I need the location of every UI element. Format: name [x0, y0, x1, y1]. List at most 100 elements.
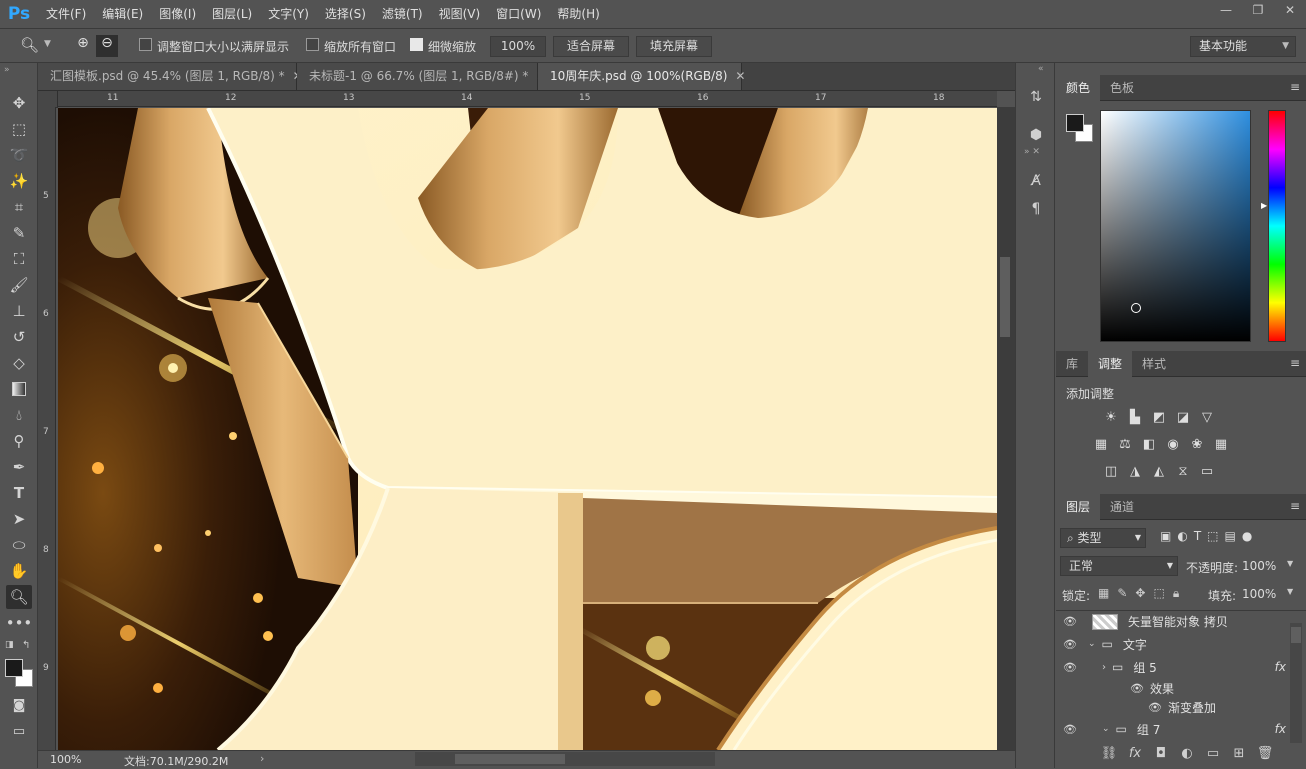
scrubby-zoom-checkbox[interactable]: [410, 38, 423, 51]
eraser-tool-icon[interactable]: ◇: [6, 351, 32, 375]
eye-icon[interactable]: 👁︎: [1130, 682, 1144, 695]
panel-menu-icon[interactable]: ≡: [1290, 80, 1300, 94]
horizontal-scrollbar[interactable]: [415, 752, 715, 766]
status-zoom[interactable]: 100%: [50, 753, 81, 766]
chevron-down-icon[interactable]: ⌄: [1102, 724, 1110, 734]
tab-swatches[interactable]: 色板: [1100, 75, 1144, 101]
blend-mode-select[interactable]: 正常 ▼: [1060, 556, 1178, 576]
menu-view[interactable]: 视图(V): [431, 0, 489, 28]
close-icon[interactable]: ✕: [735, 69, 745, 83]
zoom-all-checkbox[interactable]: [306, 38, 319, 51]
layer-row[interactable]: 👁︎ ⌄ ▭ 文字: [1056, 633, 1306, 655]
fill-value[interactable]: 100%: [1242, 587, 1276, 601]
chevron-down-icon[interactable]: ⌄: [1088, 639, 1096, 649]
crop-tool-icon[interactable]: ⌗: [6, 195, 32, 219]
chevron-down-icon[interactable]: ▼: [1287, 559, 1293, 568]
panel-menu-icon[interactable]: ≡: [1290, 356, 1300, 370]
lock-all-icon[interactable]: 🔒︎: [1173, 586, 1179, 601]
panel-menu-icon[interactable]: ≡: [1290, 499, 1300, 513]
zoom-value-field[interactable]: 100%: [490, 36, 546, 57]
new-adjustment-icon[interactable]: ◐: [1174, 746, 1200, 761]
scrollbar-thumb[interactable]: [455, 754, 565, 764]
marquee-tool-icon[interactable]: ⬚: [6, 117, 32, 141]
horizontal-ruler[interactable]: 11 12 13 14 15 16 17 18: [58, 91, 997, 107]
workspace-select[interactable]: 基本功能 ▼: [1190, 36, 1296, 57]
lock-pixels-icon[interactable]: ✎: [1117, 586, 1127, 601]
eye-icon[interactable]: 👁︎: [1060, 723, 1080, 736]
new-group-icon[interactable]: ▭: [1200, 746, 1226, 761]
layer-row[interactable]: 👁︎ ⌄ ▭ 组 7 fx: [1056, 718, 1306, 740]
foreground-color-swatch[interactable]: [1066, 114, 1084, 132]
new-layer-icon[interactable]: ⊞: [1226, 746, 1252, 761]
hand-tool-icon[interactable]: ✋: [6, 559, 32, 583]
character-panel-icon[interactable]: A̸: [1024, 169, 1048, 193]
tab-document-3[interactable]: 10周年庆.psd @ 100%(RGB/8) ✕: [538, 63, 745, 90]
gradient-tool-icon[interactable]: [6, 377, 32, 401]
levels-icon[interactable]: ▙: [1126, 409, 1144, 425]
posterize-icon[interactable]: ◮: [1126, 463, 1144, 479]
scrollbar-thumb[interactable]: [1000, 257, 1010, 337]
pen-tool-icon[interactable]: ✒: [6, 455, 32, 479]
add-mask-icon[interactable]: ◘: [1148, 746, 1174, 761]
zoom-in-icon[interactable]: ⊕: [72, 35, 94, 57]
history-brush-icon[interactable]: ↺: [6, 325, 32, 349]
menu-type[interactable]: 文字(Y): [260, 0, 317, 28]
color-field[interactable]: [1100, 110, 1251, 342]
curves-icon[interactable]: ◩: [1150, 409, 1168, 425]
menu-filter[interactable]: 滤镜(T): [374, 0, 431, 28]
quick-mask-icon[interactable]: ◙: [6, 693, 32, 717]
black-white-icon[interactable]: ◧: [1140, 436, 1158, 452]
menu-file[interactable]: 文件(F): [38, 0, 94, 28]
effect-row[interactable]: 👁︎ 渐变叠加: [1056, 696, 1306, 718]
layers-scrollbar[interactable]: [1290, 623, 1302, 743]
link-layers-icon[interactable]: ⛓: [1096, 746, 1122, 761]
eye-icon[interactable]: 👁︎: [1148, 701, 1162, 714]
fit-screen-button[interactable]: 适合屏幕: [553, 36, 629, 57]
brightness-icon[interactable]: ☀: [1102, 409, 1120, 425]
tab-document-2[interactable]: 未标题-1 @ 66.7% (图层 1, RGB/8#) *✕: [297, 63, 546, 90]
menu-help[interactable]: 帮助(H): [549, 0, 607, 28]
eyedropper-icon[interactable]: ✎: [6, 221, 32, 245]
collapse-icon[interactable]: »: [4, 65, 10, 75]
tab-document-1[interactable]: 汇图模板.psd @ 45.4% (图层 1, RGB/8) *✕: [38, 63, 303, 90]
screen-mode-icon[interactable]: ▭: [6, 719, 32, 743]
zoom-tool-icon[interactable]: 🔍︎: [6, 585, 32, 609]
tab-layers[interactable]: 图层: [1056, 494, 1101, 520]
filter-toggle-icon[interactable]: ●: [1242, 529, 1252, 543]
chevron-down-icon[interactable]: ▼: [1287, 587, 1293, 596]
resize-windows-checkbox[interactable]: [139, 38, 152, 51]
add-style-icon[interactable]: fx: [1122, 746, 1148, 761]
default-colors-icon[interactable]: ◨: [5, 640, 14, 650]
minimize-button[interactable]: —: [1210, 0, 1242, 20]
menu-layer[interactable]: 图层(L): [204, 0, 260, 28]
tab-color[interactable]: 颜色: [1056, 75, 1101, 101]
shape-filter-icon[interactable]: ⬚: [1207, 529, 1218, 543]
ellipse-tool-icon[interactable]: ⬭: [6, 533, 32, 557]
hue-slider[interactable]: [1268, 110, 1286, 342]
type-tool-icon[interactable]: T: [6, 481, 32, 505]
chevron-right-icon[interactable]: ›: [260, 752, 264, 765]
color-balance-icon[interactable]: ⚖: [1116, 436, 1134, 452]
ruler-origin[interactable]: [38, 91, 58, 108]
brush-tool-icon[interactable]: 🖌︎: [6, 273, 32, 297]
collapse-icon[interactable]: «: [1038, 64, 1044, 74]
smart-object-filter-icon[interactable]: ▤: [1225, 529, 1236, 543]
adjustment-filter-icon[interactable]: ◐: [1177, 529, 1187, 543]
blur-tool-icon[interactable]: 💧︎: [6, 403, 32, 427]
foreground-color-swatch[interactable]: [5, 659, 23, 677]
zoom-tool-icon[interactable]: 🔍︎: [20, 36, 39, 54]
restore-button[interactable]: ❐: [1242, 0, 1274, 20]
opacity-value[interactable]: 100%: [1242, 559, 1276, 573]
chevron-down-icon[interactable]: ▼: [44, 39, 51, 49]
hue-slider-handle[interactable]: ▶: [1261, 201, 1267, 210]
healing-brush-icon[interactable]: ⛶: [6, 247, 32, 271]
vertical-ruler[interactable]: 5 6 7 8 9: [38, 107, 56, 750]
menu-image[interactable]: 图像(I): [151, 0, 204, 28]
dodge-tool-icon[interactable]: ⚲: [6, 429, 32, 453]
move-tool-icon[interactable]: ✥: [6, 91, 32, 115]
collapse-icon[interactable]: » ✕: [1024, 147, 1040, 157]
layer-filter-select[interactable]: ⌕ 类型 ▼: [1060, 528, 1146, 548]
tab-libraries[interactable]: 库: [1056, 351, 1088, 377]
hue-saturation-icon[interactable]: ▦: [1092, 436, 1110, 452]
eye-icon[interactable]: 👁︎: [1060, 638, 1080, 651]
